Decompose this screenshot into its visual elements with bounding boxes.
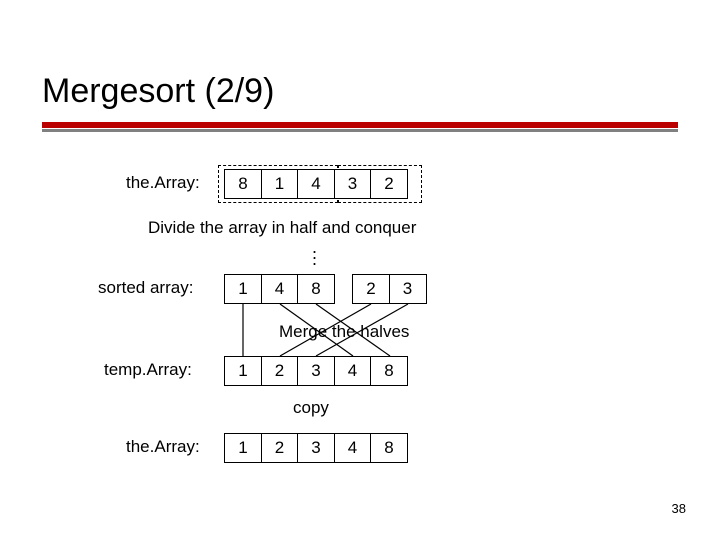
page-title: Mergesort (2/9) xyxy=(42,72,274,111)
array-cell: 2 xyxy=(261,356,299,386)
array-cell: 3 xyxy=(297,356,335,386)
array-cell: 2 xyxy=(261,433,299,463)
array-temp: 1 2 3 4 8 xyxy=(224,356,408,386)
array-cell: 3 xyxy=(297,433,335,463)
caption-copy: copy xyxy=(293,398,329,418)
label-temp-array: temp.Array: xyxy=(104,360,192,380)
array-cell: 3 xyxy=(389,274,427,304)
array-cell: 4 xyxy=(334,433,372,463)
title-rule xyxy=(42,122,678,132)
caption-merge: Merge the halves xyxy=(279,322,409,342)
array-cell: 8 xyxy=(224,169,262,199)
array-cell: 8 xyxy=(297,274,335,304)
array-cell: 8 xyxy=(370,356,408,386)
vertical-dots: ... xyxy=(312,244,317,262)
array-cell: 1 xyxy=(224,274,262,304)
array-cell: 8 xyxy=(370,433,408,463)
array-input: 8 1 4 3 2 xyxy=(224,169,408,199)
array-cell: 2 xyxy=(352,274,390,304)
array-cell: 3 xyxy=(334,169,372,199)
slide-number: 38 xyxy=(672,501,686,516)
array-cell: 4 xyxy=(261,274,299,304)
array-final: 1 2 3 4 8 xyxy=(224,433,408,463)
array-cell: 4 xyxy=(334,356,372,386)
array-cell: 1 xyxy=(224,433,262,463)
array-cell: 4 xyxy=(297,169,335,199)
array-sorted-left: 1 4 8 xyxy=(224,274,335,304)
array-cell: 1 xyxy=(261,169,299,199)
label-sorted-array: sorted array: xyxy=(98,278,193,298)
array-sorted-right: 2 3 xyxy=(352,274,427,304)
array-cell: 1 xyxy=(224,356,262,386)
label-the-array-1: the.Array: xyxy=(126,173,200,193)
array-cell: 2 xyxy=(370,169,408,199)
caption-divide: Divide the array in half and conquer xyxy=(148,218,416,238)
label-the-array-2: the.Array: xyxy=(126,437,200,457)
